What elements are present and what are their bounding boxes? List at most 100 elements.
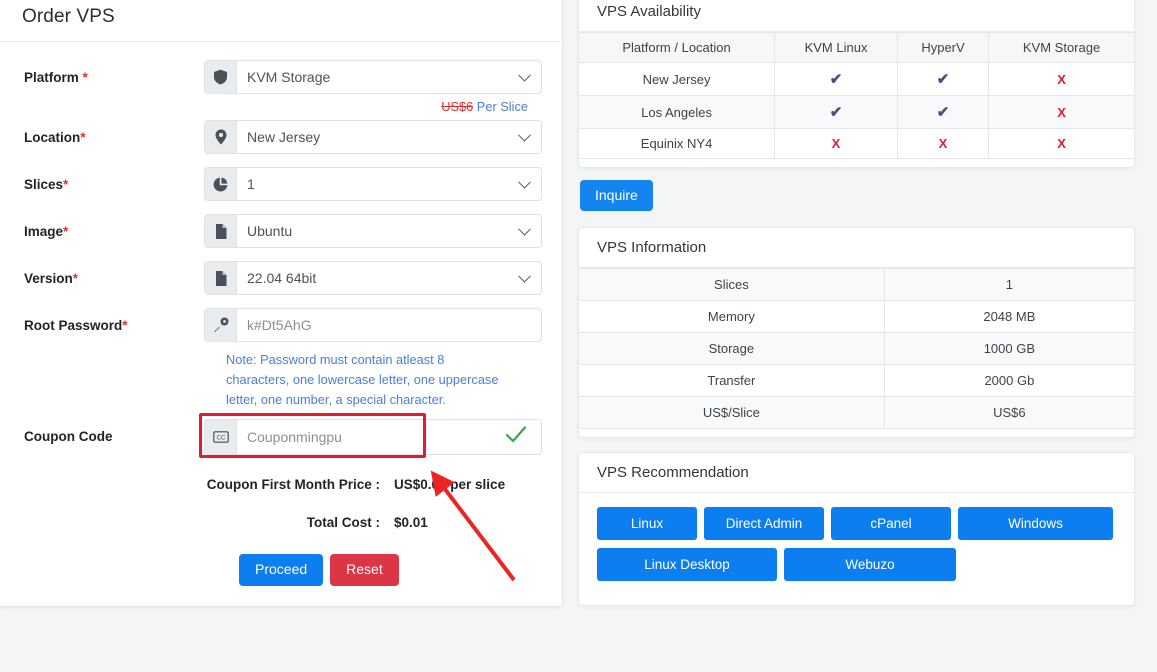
reset-button[interactable]: Reset — [330, 554, 399, 586]
check-icon: ✔ — [829, 71, 843, 88]
col-hyperv: HyperV — [896, 32, 989, 63]
cell-location: Equinix NY4 — [579, 128, 775, 159]
vps-information-title: VPS Information — [579, 228, 1134, 268]
x-icon: X — [1057, 104, 1066, 120]
key-icon — [205, 309, 237, 341]
coupon-code-input[interactable]: CC Couponmingpu — [199, 413, 542, 459]
table-row: Slices 1 — [579, 268, 1134, 301]
inquire-button[interactable]: Inquire — [580, 180, 653, 211]
rec-button-webuzo[interactable]: Webuzo — [784, 548, 956, 581]
root-password-value: k#Dt5AhG — [247, 317, 312, 333]
col-platform-location: Platform / Location — [579, 32, 775, 63]
cell-location: Los Angeles — [579, 95, 775, 129]
required-asterisk: * — [80, 130, 86, 145]
check-icon: ✔ — [936, 104, 950, 121]
location-select[interactable]: New Jersey — [204, 120, 542, 154]
required-asterisk: * — [63, 224, 69, 239]
coupon-code-value: Couponmingpu — [247, 429, 342, 446]
image-value: Ubuntu — [247, 223, 293, 239]
check-icon: ✔ — [829, 104, 843, 121]
vps-recommendation-title: VPS Recommendation — [579, 453, 1134, 493]
cell-kvm-linux: ✔ — [774, 62, 898, 96]
map-pin-icon — [205, 121, 237, 153]
version-select[interactable]: 22.04 64bit — [204, 261, 542, 295]
vps-availability-table: Platform / Location KVM Linux HyperV KVM… — [579, 32, 1134, 159]
password-note: Note: Password must contain atleast 8 ch… — [226, 352, 499, 407]
root-password-input[interactable]: k#Dt5AhG — [204, 308, 542, 342]
col-kvm-linux: KVM Linux — [774, 32, 898, 63]
info-key: Slices — [579, 268, 885, 301]
left-column: Order VPS Platform * KVM Storage US$6 Pe… — [0, 0, 564, 607]
label-root-password: Root Password* — [24, 318, 128, 333]
slices-value: 1 — [247, 176, 255, 192]
info-key: Transfer — [579, 364, 885, 397]
info-value: 2000 Gb — [883, 364, 1134, 397]
table-row: New Jersey ✔ ✔ X — [579, 62, 1134, 96]
table-row: Equinix NY4 X X X — [579, 128, 1134, 159]
cell-kvm-storage: X — [988, 95, 1134, 129]
platform-price-note: US$6 Per Slice — [204, 94, 542, 120]
proceed-button[interactable]: Proceed — [239, 554, 324, 586]
rec-button-linux[interactable]: Linux — [597, 507, 697, 540]
table-row: Los Angeles ✔ ✔ X — [579, 95, 1134, 129]
rec-button-cpanel[interactable]: cPanel — [831, 507, 951, 540]
check-icon — [505, 426, 527, 449]
form-row-slices: Slices* 1 — [24, 167, 542, 201]
label-image: Image* — [24, 224, 69, 239]
platform-select[interactable]: KVM Storage — [204, 60, 542, 94]
coupon-cc-icon: CC — [205, 420, 237, 455]
required-asterisk: * — [82, 70, 88, 85]
info-key: US$/Slice — [579, 396, 885, 429]
vps-information-table: Slices 1 Memory 2048 MB Storage 1000 GB — [579, 268, 1134, 429]
page-title: Order VPS — [22, 6, 115, 27]
platform-value: KVM Storage — [247, 69, 331, 85]
pie-chart-icon — [205, 168, 237, 200]
info-value: 1 — [883, 268, 1134, 301]
check-icon: ✔ — [936, 71, 950, 88]
info-key: Storage — [579, 332, 885, 365]
slices-select[interactable]: 1 — [204, 167, 542, 201]
info-value: 1000 GB — [883, 332, 1134, 365]
label-coupon-code: Coupon Code — [24, 429, 113, 445]
table-row: Transfer 2000 Gb — [579, 364, 1134, 397]
label-platform: Platform * — [24, 70, 88, 85]
total-cost-row: Total Cost : $0.01 — [204, 515, 542, 530]
cell-kvm-storage: X — [988, 62, 1134, 96]
file-icon — [205, 262, 237, 294]
cell-hyperv: ✔ — [896, 62, 989, 96]
form-row-platform: Platform * KVM Storage US$6 Per Slice — [24, 60, 542, 120]
vps-recommendation-panel: VPS Recommendation Linux Direct Admin cP… — [578, 452, 1135, 606]
info-value: 2048 MB — [883, 300, 1134, 333]
rec-button-linux-desktop[interactable]: Linux Desktop — [597, 548, 777, 581]
price-strikethrough: US$6 — [441, 99, 474, 114]
rec-button-direct-admin[interactable]: Direct Admin — [704, 507, 824, 540]
coupon-first-month-price-value: US$0.01 per slice — [394, 477, 506, 493]
cell-hyperv: ✔ — [896, 95, 989, 129]
order-vps-page: Order VPS Platform * KVM Storage US$6 Pe… — [0, 0, 1157, 672]
cell-kvm-storage: X — [988, 128, 1134, 159]
cell-kvm-linux: X — [774, 128, 898, 159]
cell-kvm-linux: ✔ — [774, 95, 898, 129]
form-row-version: Version* 22.04 64bit — [24, 261, 542, 295]
total-cost-label: Total Cost : — [306, 515, 380, 531]
order-vps-card: Order VPS Platform * KVM Storage US$6 Pe… — [0, 0, 563, 607]
vps-availability-title: VPS Availability — [579, 0, 1134, 32]
table-header-row: Platform / Location KVM Linux HyperV KVM… — [579, 32, 1134, 63]
image-select[interactable]: Ubuntu — [204, 214, 542, 248]
rec-button-windows[interactable]: Windows — [958, 507, 1113, 540]
required-asterisk: * — [122, 318, 128, 333]
info-value: US$6 — [883, 396, 1134, 429]
coupon-first-month-price-row: Coupon First Month Price : US$0.01 per s… — [204, 477, 542, 492]
form-row-root-password: Root Password* k#Dt5AhG Note: Password m… — [24, 308, 542, 409]
shield-icon — [205, 61, 237, 93]
vps-information-panel: VPS Information Slices 1 Memory 2048 MB — [578, 227, 1135, 438]
label-version: Version* — [24, 271, 79, 286]
order-form: Platform * KVM Storage US$6 Per Slice Lo… — [0, 42, 562, 606]
right-column: VPS Availability Platform / Location KVM… — [564, 0, 1157, 620]
recommendation-row-1: Linux Direct Admin cPanel Windows — [597, 507, 1118, 540]
table-row: Storage 1000 GB — [579, 332, 1134, 365]
x-icon: X — [938, 136, 948, 151]
label-slices: Slices* — [24, 177, 69, 192]
file-icon — [205, 215, 237, 247]
form-row-coupon: Coupon Code CC Couponmingpu Coupon First… — [24, 413, 542, 530]
